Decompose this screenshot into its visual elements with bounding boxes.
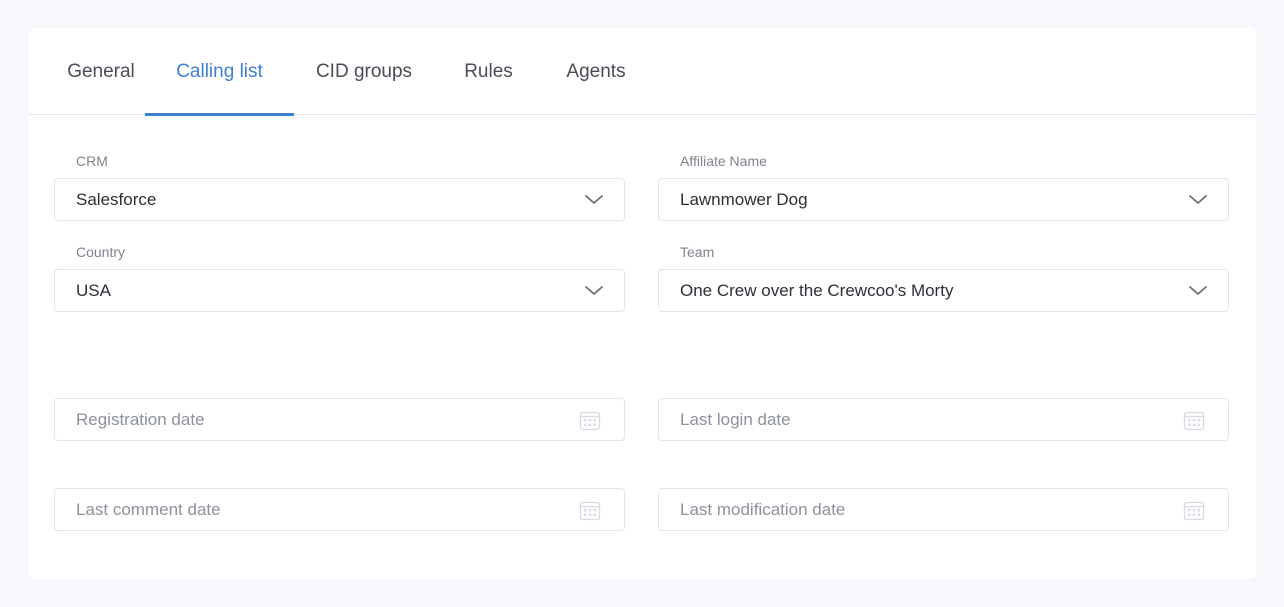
- tab-rules[interactable]: Rules: [461, 28, 516, 115]
- calendar-icon[interactable]: [1183, 499, 1205, 521]
- tab-cid-groups[interactable]: CID groups: [314, 28, 414, 115]
- settings-card: General Calling list CID groups Rules Ag…: [29, 28, 1256, 579]
- last-login-date-placeholder: Last login date: [680, 409, 791, 429]
- chevron-down-icon: [585, 286, 603, 295]
- last-comment-date-placeholder: Last comment date: [76, 499, 221, 519]
- chevron-down-icon: [585, 195, 603, 204]
- team-value: One Crew over the Crewcoo's Morty: [680, 280, 954, 300]
- calendar-icon[interactable]: [579, 499, 601, 521]
- tab-bar: General Calling list CID groups Rules Ag…: [29, 28, 1256, 116]
- calendar-icon[interactable]: [579, 409, 601, 431]
- crm-select[interactable]: Salesforce: [54, 178, 625, 221]
- calendar-icon[interactable]: [1183, 409, 1205, 431]
- affiliate-name-select[interactable]: Lawnmower Dog: [658, 178, 1229, 221]
- tab-calling-list[interactable]: Calling list: [145, 28, 294, 116]
- chevron-down-icon: [1189, 286, 1207, 295]
- team-label: Team: [680, 244, 715, 260]
- chevron-down-icon: [1189, 195, 1207, 204]
- country-select[interactable]: USA: [54, 269, 625, 312]
- country-label: Country: [76, 244, 126, 260]
- crm-label: CRM: [76, 153, 108, 169]
- affiliate-name-value: Lawnmower Dog: [680, 189, 808, 209]
- team-select[interactable]: One Crew over the Crewcoo's Morty: [658, 269, 1229, 312]
- affiliate-name-label: Affiliate Name: [680, 153, 767, 169]
- tab-general[interactable]: General: [54, 28, 148, 115]
- registration-date-input[interactable]: Registration date: [54, 398, 625, 441]
- last-modification-date-placeholder: Last modification date: [680, 499, 846, 519]
- registration-date-placeholder: Registration date: [76, 409, 205, 429]
- crm-value: Salesforce: [76, 189, 157, 209]
- country-value: USA: [76, 280, 111, 300]
- last-comment-date-input[interactable]: Last comment date: [54, 488, 625, 531]
- last-modification-date-input[interactable]: Last modification date: [658, 488, 1229, 531]
- last-login-date-input[interactable]: Last login date: [658, 398, 1229, 441]
- tab-agents[interactable]: Agents: [562, 28, 630, 115]
